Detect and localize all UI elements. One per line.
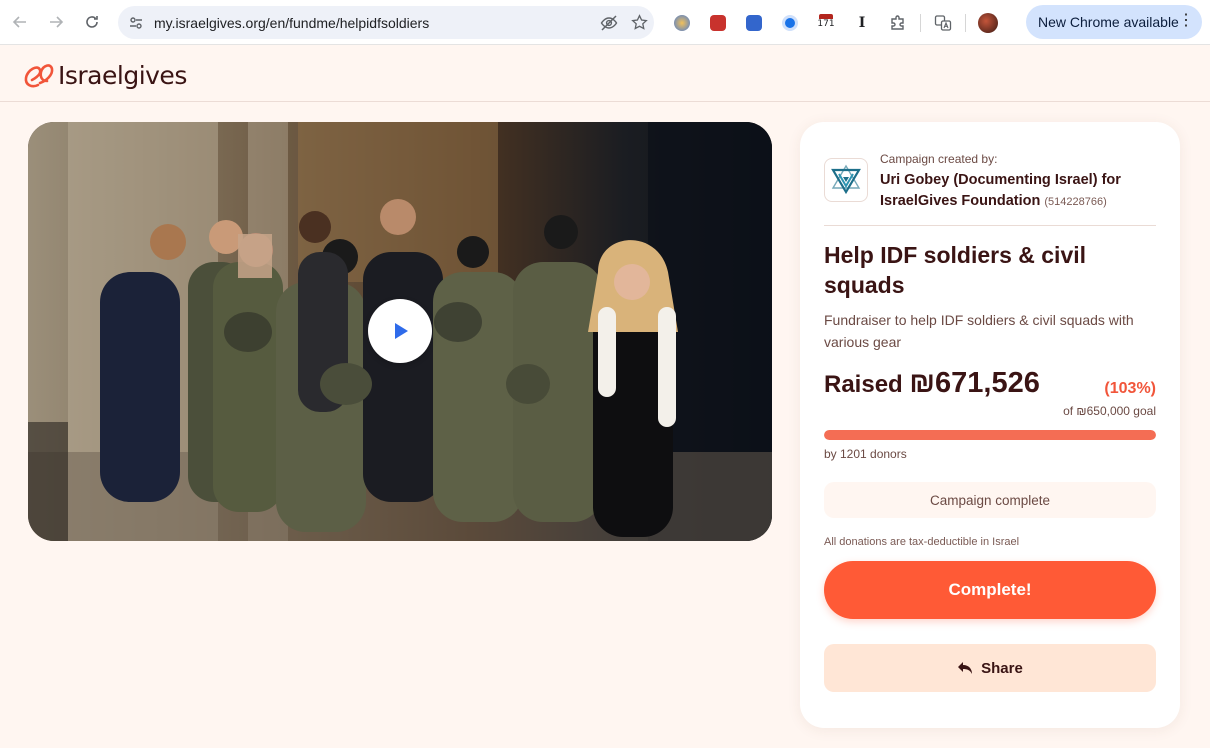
extension-badge: 171 <box>817 18 835 29</box>
progress-bar <box>824 430 1156 440</box>
back-icon[interactable] <box>2 4 38 40</box>
new-chrome-button[interactable]: New Chrome available ⋮ <box>1026 5 1202 39</box>
campaign-card: Campaign created by: Uri Gobey (Document… <box>800 122 1180 728</box>
extensions-puzzle-icon[interactable] <box>880 6 916 39</box>
extension-blue-icon[interactable] <box>736 6 772 39</box>
play-icon <box>395 323 408 339</box>
progress-fill <box>824 430 1156 440</box>
extension-text-icon[interactable]: I <box>844 6 880 39</box>
eye-off-icon[interactable] <box>594 8 624 38</box>
israelgives-logo-icon <box>24 64 54 88</box>
logo-text: Israelgives <box>58 60 187 90</box>
campaign-video[interactable] <box>28 122 772 541</box>
star-icon[interactable] <box>624 8 654 38</box>
goal-text: of ₪650,000 goal <box>1063 404 1156 418</box>
extensions-bar: 171 I <box>664 6 1006 39</box>
raised-label: Raised <box>824 371 903 398</box>
site-settings-icon[interactable] <box>122 9 150 37</box>
site-logo[interactable]: Israelgives <box>22 58 187 92</box>
browser-toolbar: my.israelgives.org/en/fundme/helpidfsold… <box>0 0 1210 45</box>
share-icon <box>957 661 973 675</box>
organizer-logo[interactable] <box>824 158 868 202</box>
extension-red-icon[interactable] <box>700 6 736 39</box>
complete-button[interactable]: Complete! <box>824 561 1156 619</box>
toolbar-divider <box>920 13 921 32</box>
play-button[interactable] <box>368 299 432 363</box>
created-by-label: Campaign created by: <box>880 152 998 166</box>
star-of-david-logo-icon <box>831 164 861 195</box>
organizer-id: (514228766) <box>1044 196 1107 208</box>
kebab-menu-icon[interactable]: ⋮ <box>1178 11 1194 31</box>
reload-icon[interactable] <box>74 4 110 40</box>
toolbar-divider <box>965 13 966 32</box>
new-chrome-label: New Chrome available <box>1038 14 1179 30</box>
extension-password-icon[interactable] <box>772 6 808 39</box>
organizer-name[interactable]: Uri Gobey (Documenting Israel) for Israe… <box>880 170 1156 213</box>
campaign-subtitle: Fundraiser to help IDF soldiers & civil … <box>824 312 1134 350</box>
share-button[interactable]: Share <box>824 644 1156 692</box>
tax-deductible-note: All donations are tax-deductible in Isra… <box>824 536 1020 548</box>
raised-amount: ₪671,526 <box>909 367 1040 399</box>
share-label: Share <box>981 659 1023 677</box>
forward-icon[interactable] <box>38 4 74 40</box>
extension-calendar-icon[interactable]: 171 <box>808 6 844 39</box>
raised-total: Raised ₪671,526 <box>824 367 1040 400</box>
translate-icon[interactable] <box>925 6 961 39</box>
extension-globe-icon[interactable] <box>664 6 700 39</box>
campaign-title: Help IDF soldiers & civil squads <box>824 242 1087 298</box>
percent-funded: (103%) <box>1104 380 1156 397</box>
organizer-section: Campaign created by: Uri Gobey (Document… <box>824 152 1156 226</box>
donor-count: by 1201 donors <box>824 447 907 461</box>
profile-avatar[interactable] <box>970 6 1006 39</box>
address-bar[interactable]: my.israelgives.org/en/fundme/helpidfsold… <box>118 6 654 39</box>
url-text[interactable]: my.israelgives.org/en/fundme/helpidfsold… <box>154 15 594 31</box>
campaign-status-badge: Campaign complete <box>824 482 1156 518</box>
